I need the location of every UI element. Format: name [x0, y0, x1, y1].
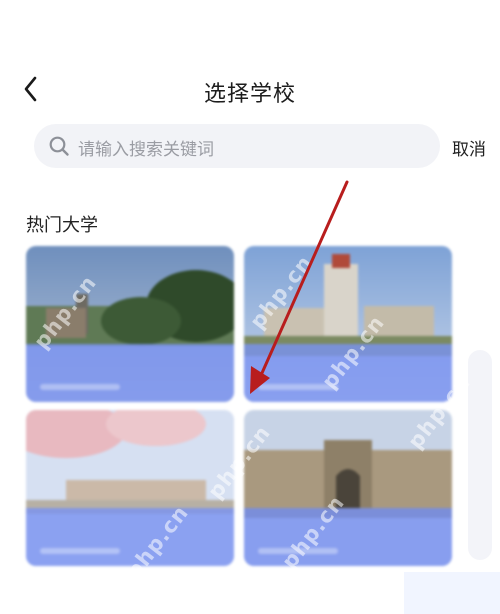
caption-line	[258, 548, 338, 554]
card-caption	[244, 344, 452, 402]
university-card[interactable]	[244, 246, 452, 402]
card-caption	[26, 508, 234, 566]
corner-overlay	[404, 572, 500, 614]
card-caption	[26, 344, 234, 402]
search-icon	[49, 136, 69, 156]
scroll-indicator[interactable]	[468, 350, 492, 560]
caption-line	[258, 384, 338, 390]
card-caption	[244, 508, 452, 566]
university-card[interactable]	[244, 410, 452, 566]
search-input[interactable]: 请输入搜索关键词	[34, 124, 440, 168]
cancel-button[interactable]: 取消	[452, 135, 486, 160]
caption-line	[40, 548, 120, 554]
search-placeholder: 请输入搜索关键词	[78, 140, 214, 160]
hot-universities-heading: 热门大学	[26, 215, 98, 236]
top-bar: 选择学校	[0, 64, 500, 114]
university-card[interactable]	[26, 410, 234, 566]
university-card[interactable]	[26, 246, 234, 402]
caption-line	[40, 384, 120, 390]
page-title: 选择学校	[203, 82, 296, 107]
